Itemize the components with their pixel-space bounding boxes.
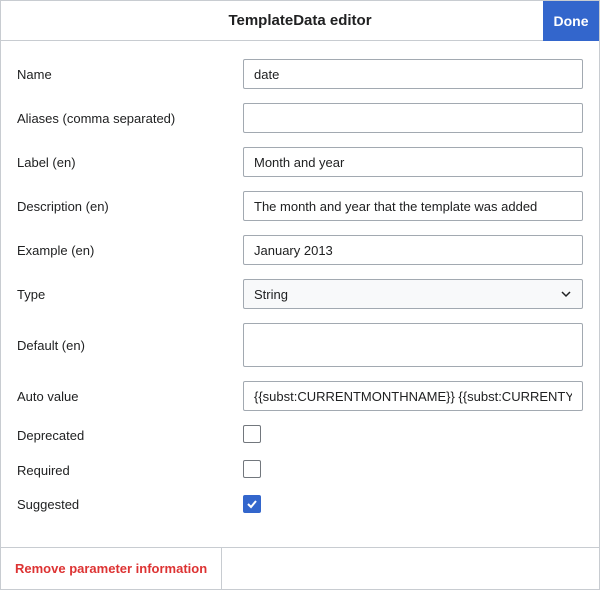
label-aliases: Aliases (comma separated) [17, 111, 243, 126]
label-example: Example (en) [17, 243, 243, 258]
deprecated-checkbox[interactable] [243, 425, 261, 443]
row-example: Example (en) [17, 235, 583, 265]
row-deprecated: Deprecated [17, 425, 583, 446]
required-checkbox[interactable] [243, 460, 261, 478]
chevron-down-icon [560, 288, 572, 300]
aliases-input[interactable] [243, 103, 583, 133]
type-select[interactable]: String [243, 279, 583, 309]
autovalue-input[interactable] [243, 381, 583, 411]
label-name: Name [17, 67, 243, 82]
templatedata-editor-window: TemplateData editor Done Name Aliases (c… [0, 0, 600, 590]
label-required: Required [17, 463, 243, 478]
suggested-checkbox[interactable] [243, 495, 261, 513]
row-required: Required [17, 460, 583, 481]
label-input[interactable] [243, 147, 583, 177]
label-deprecated: Deprecated [17, 428, 243, 443]
example-input[interactable] [243, 235, 583, 265]
name-input[interactable] [243, 59, 583, 89]
check-icon [245, 497, 259, 511]
label-suggested: Suggested [17, 497, 243, 512]
window-title: TemplateData editor [1, 12, 599, 29]
row-type: Type String [17, 279, 583, 309]
label-label: Label (en) [17, 155, 243, 170]
form-body: Name Aliases (comma separated) Label (en… [1, 41, 599, 547]
label-description: Description (en) [17, 199, 243, 214]
label-autovalue: Auto value [17, 389, 243, 404]
remove-parameter-button[interactable]: Remove parameter information [1, 548, 222, 589]
label-default: Default (en) [17, 338, 243, 353]
row-aliases: Aliases (comma separated) [17, 103, 583, 133]
row-label: Label (en) [17, 147, 583, 177]
row-autovalue: Auto value [17, 381, 583, 411]
row-description: Description (en) [17, 191, 583, 221]
type-select-value: String [254, 287, 288, 302]
titlebar: TemplateData editor Done [1, 1, 599, 41]
label-type: Type [17, 287, 243, 302]
done-button[interactable]: Done [543, 1, 599, 41]
description-input[interactable] [243, 191, 583, 221]
row-default: Default (en) [17, 323, 583, 367]
default-input[interactable] [243, 323, 583, 367]
row-name: Name [17, 59, 583, 89]
row-suggested: Suggested [17, 495, 583, 514]
footer: Remove parameter information [1, 547, 599, 589]
